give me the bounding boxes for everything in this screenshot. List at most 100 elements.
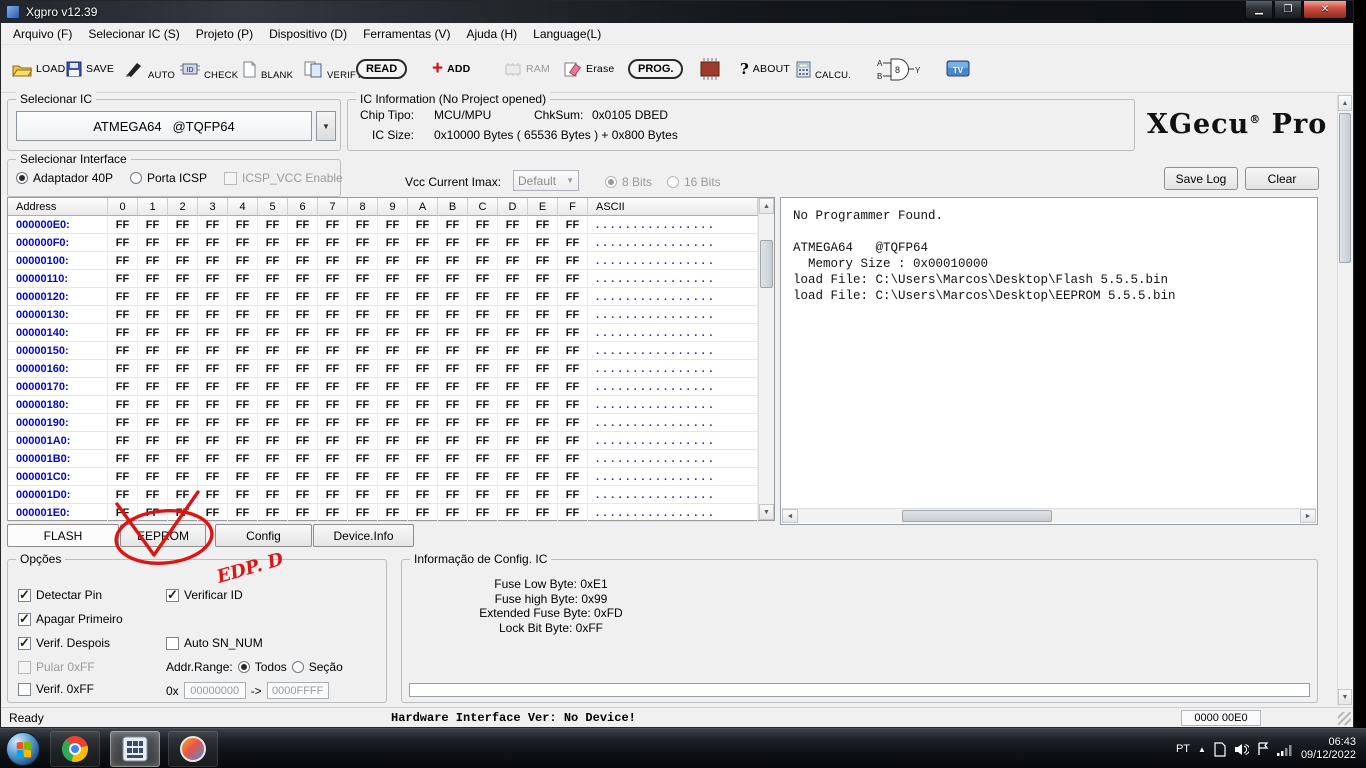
hex-byte-cell[interactable]: FF — [348, 396, 378, 414]
hex-byte-cell[interactable]: FF — [288, 414, 318, 432]
hex-byte-cell[interactable]: FF — [528, 270, 558, 288]
hex-byte-cell[interactable]: FF — [258, 486, 288, 504]
hex-byte-cell[interactable]: FF — [138, 414, 168, 432]
hex-byte-cell[interactable]: FF — [348, 468, 378, 486]
hex-byte-cell[interactable]: FF — [108, 252, 138, 270]
hex-byte-cell[interactable]: FF — [108, 306, 138, 324]
hex-byte-cell[interactable]: FF — [138, 288, 168, 306]
hex-byte-cell[interactable]: FF — [288, 288, 318, 306]
hex-byte-cell[interactable]: FF — [558, 234, 588, 252]
tab-flash[interactable]: FLASH — [7, 524, 119, 547]
hex-byte-cell[interactable]: FF — [228, 306, 258, 324]
hex-byte-cell[interactable]: FF — [168, 396, 198, 414]
hex-byte-cell[interactable]: FF — [498, 486, 528, 504]
hex-byte-cell[interactable]: FF — [468, 360, 498, 378]
clock[interactable]: 06:43 09/12/2022 — [1301, 736, 1356, 762]
hex-ascii-cell[interactable]: ................ — [588, 234, 758, 252]
hex-byte-cell[interactable]: FF — [258, 468, 288, 486]
hex-byte-cell[interactable]: FF — [318, 216, 348, 234]
hex-byte-cell[interactable]: FF — [108, 360, 138, 378]
hex-byte-cell[interactable]: FF — [258, 306, 288, 324]
hex-byte-cell[interactable]: FF — [318, 432, 348, 450]
hex-byte-cell[interactable]: FF — [378, 504, 408, 522]
add-button[interactable]: + ADD — [429, 45, 473, 93]
radio-16bits[interactable]: 16 Bits — [667, 175, 721, 189]
hex-byte-cell[interactable]: FF — [408, 252, 438, 270]
hex-byte-cell[interactable]: FF — [498, 504, 528, 522]
hex-ascii-cell[interactable]: ................ — [588, 432, 758, 450]
range-from-input[interactable] — [184, 682, 246, 699]
hex-byte-cell[interactable]: FF — [438, 486, 468, 504]
hex-byte-cell[interactable]: FF — [468, 504, 498, 522]
hex-byte-cell[interactable]: FF — [258, 450, 288, 468]
hex-byte-cell[interactable]: FF — [168, 234, 198, 252]
log-h-scrollbar[interactable]: ◄ ► — [782, 508, 1316, 523]
hex-byte-cell[interactable]: FF — [318, 360, 348, 378]
hex-byte-cell[interactable]: FF — [138, 216, 168, 234]
hex-ascii-cell[interactable]: ................ — [588, 324, 758, 342]
ic-combobox[interactable]: ATMEGA64 @TQFP64 — [16, 111, 312, 141]
minimize-button[interactable]: ▁ — [1245, 1, 1273, 19]
hex-byte-cell[interactable]: FF — [528, 360, 558, 378]
hex-byte-cell[interactable]: FF — [318, 252, 348, 270]
hex-ascii-cell[interactable]: ................ — [588, 468, 758, 486]
hex-byte-cell[interactable]: FF — [498, 450, 528, 468]
blank-button[interactable]: BLANK — [239, 45, 296, 93]
hex-byte-cell[interactable]: FF — [138, 252, 168, 270]
hex-byte-cell[interactable]: FF — [468, 234, 498, 252]
checkbox-icsp-vcc[interactable]: ICSP_VCC Enable — [224, 171, 343, 185]
checkbox-verif-0xff[interactable]: Verif. 0xFF — [18, 682, 94, 696]
hex-byte-cell[interactable]: FF — [408, 414, 438, 432]
hex-byte-cell[interactable]: FF — [318, 414, 348, 432]
hex-byte-cell[interactable]: FF — [348, 450, 378, 468]
taskbar-item-chrome[interactable] — [50, 731, 100, 767]
hex-byte-cell[interactable]: FF — [378, 432, 408, 450]
hex-byte-cell[interactable]: FF — [438, 378, 468, 396]
radio-porta-icsp[interactable]: Porta ICSP — [130, 171, 207, 185]
load-button[interactable]: LOAD — [9, 45, 68, 93]
hex-byte-cell[interactable]: FF — [408, 486, 438, 504]
hex-byte-cell[interactable]: FF — [198, 432, 228, 450]
checkbox-detectar-pin[interactable]: Detectar Pin — [18, 588, 102, 602]
hex-byte-cell[interactable]: FF — [288, 378, 318, 396]
auto-button[interactable]: AUTO — [121, 45, 178, 93]
menu-item-5[interactable]: Ajuda (H) — [458, 24, 525, 44]
hex-byte-cell[interactable]: FF — [408, 468, 438, 486]
hex-byte-cell[interactable]: FF — [168, 432, 198, 450]
hex-ascii-cell[interactable]: ................ — [588, 396, 758, 414]
hex-byte-cell[interactable]: FF — [468, 450, 498, 468]
hex-byte-cell[interactable]: FF — [228, 396, 258, 414]
hex-byte-cell[interactable]: FF — [348, 414, 378, 432]
erase-button[interactable]: Erase — [561, 45, 617, 93]
hex-byte-cell[interactable]: FF — [198, 396, 228, 414]
maximize-button[interactable]: ❐ — [1274, 1, 1302, 19]
hex-byte-cell[interactable]: FF — [558, 378, 588, 396]
hex-byte-cell[interactable]: FF — [498, 288, 528, 306]
hex-ascii-cell[interactable]: ................ — [588, 270, 758, 288]
hex-byte-cell[interactable]: FF — [558, 252, 588, 270]
hex-byte-cell[interactable]: FF — [438, 216, 468, 234]
hex-byte-cell[interactable]: FF — [318, 306, 348, 324]
hex-byte-cell[interactable]: FF — [438, 504, 468, 522]
hex-byte-cell[interactable]: FF — [228, 378, 258, 396]
hex-byte-cell[interactable]: FF — [108, 342, 138, 360]
hex-byte-cell[interactable]: FF — [288, 360, 318, 378]
hex-byte-cell[interactable]: FF — [558, 306, 588, 324]
hex-byte-cell[interactable]: FF — [558, 342, 588, 360]
hex-byte-cell[interactable]: FF — [168, 504, 198, 522]
hex-byte-cell[interactable]: FF — [408, 288, 438, 306]
hex-byte-cell[interactable]: FF — [498, 324, 528, 342]
hex-byte-cell[interactable]: FF — [528, 378, 558, 396]
hex-ascii-cell[interactable]: ................ — [588, 414, 758, 432]
hex-byte-cell[interactable]: FF — [108, 216, 138, 234]
save-log-button[interactable]: Save Log — [1164, 167, 1238, 190]
hex-byte-cell[interactable]: FF — [558, 468, 588, 486]
hex-byte-cell[interactable]: FF — [468, 342, 498, 360]
taskbar-item-xgpro[interactable] — [110, 731, 160, 767]
document-tray-icon[interactable] — [1214, 742, 1226, 757]
hex-byte-cell[interactable]: FF — [318, 504, 348, 522]
hex-byte-cell[interactable]: FF — [288, 306, 318, 324]
hex-byte-cell[interactable]: FF — [378, 252, 408, 270]
hex-byte-cell[interactable]: FF — [468, 216, 498, 234]
hex-byte-cell[interactable]: FF — [408, 270, 438, 288]
